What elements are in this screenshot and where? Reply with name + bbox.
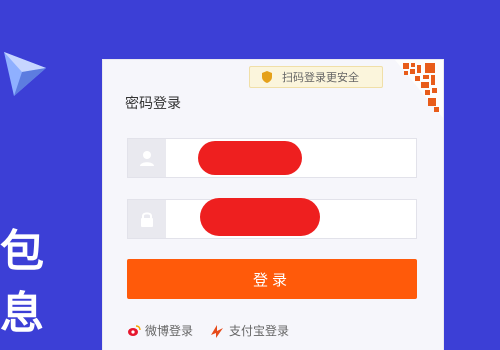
user-icon [128, 139, 166, 177]
redaction-mark [198, 141, 302, 175]
alipay-login-label: 支付宝登录 [229, 324, 290, 338]
weibo-login-link[interactable]: 微博登录 [127, 322, 193, 339]
lock-icon [128, 200, 166, 238]
qr-hint-text: 扫码登录更安全 [282, 71, 359, 84]
page-title: 密码登录 [125, 96, 181, 112]
weibo-icon [128, 324, 141, 336]
weibo-login-label: 微博登录 [145, 324, 194, 338]
password-field[interactable] [127, 198, 417, 240]
redaction-mark [200, 198, 320, 236]
background-char-2: 息 [0, 288, 44, 339]
qr-login-hint[interactable]: 扫码登录更安全 [249, 66, 383, 88]
login-panel: 扫码登录更安全 密码登录 登录 微博登录 支付宝登录 [103, 60, 443, 350]
username-field[interactable] [127, 138, 417, 179]
alipay-login-link[interactable]: 支付宝登录 [209, 322, 289, 339]
login-button[interactable]: 登录 [127, 259, 417, 299]
decorative-shard-icon [4, 52, 46, 96]
qr-code-toggle-icon[interactable] [395, 60, 443, 118]
background-char-1: 包 [0, 226, 44, 277]
shield-icon [262, 71, 272, 83]
alipay-icon [211, 324, 223, 338]
